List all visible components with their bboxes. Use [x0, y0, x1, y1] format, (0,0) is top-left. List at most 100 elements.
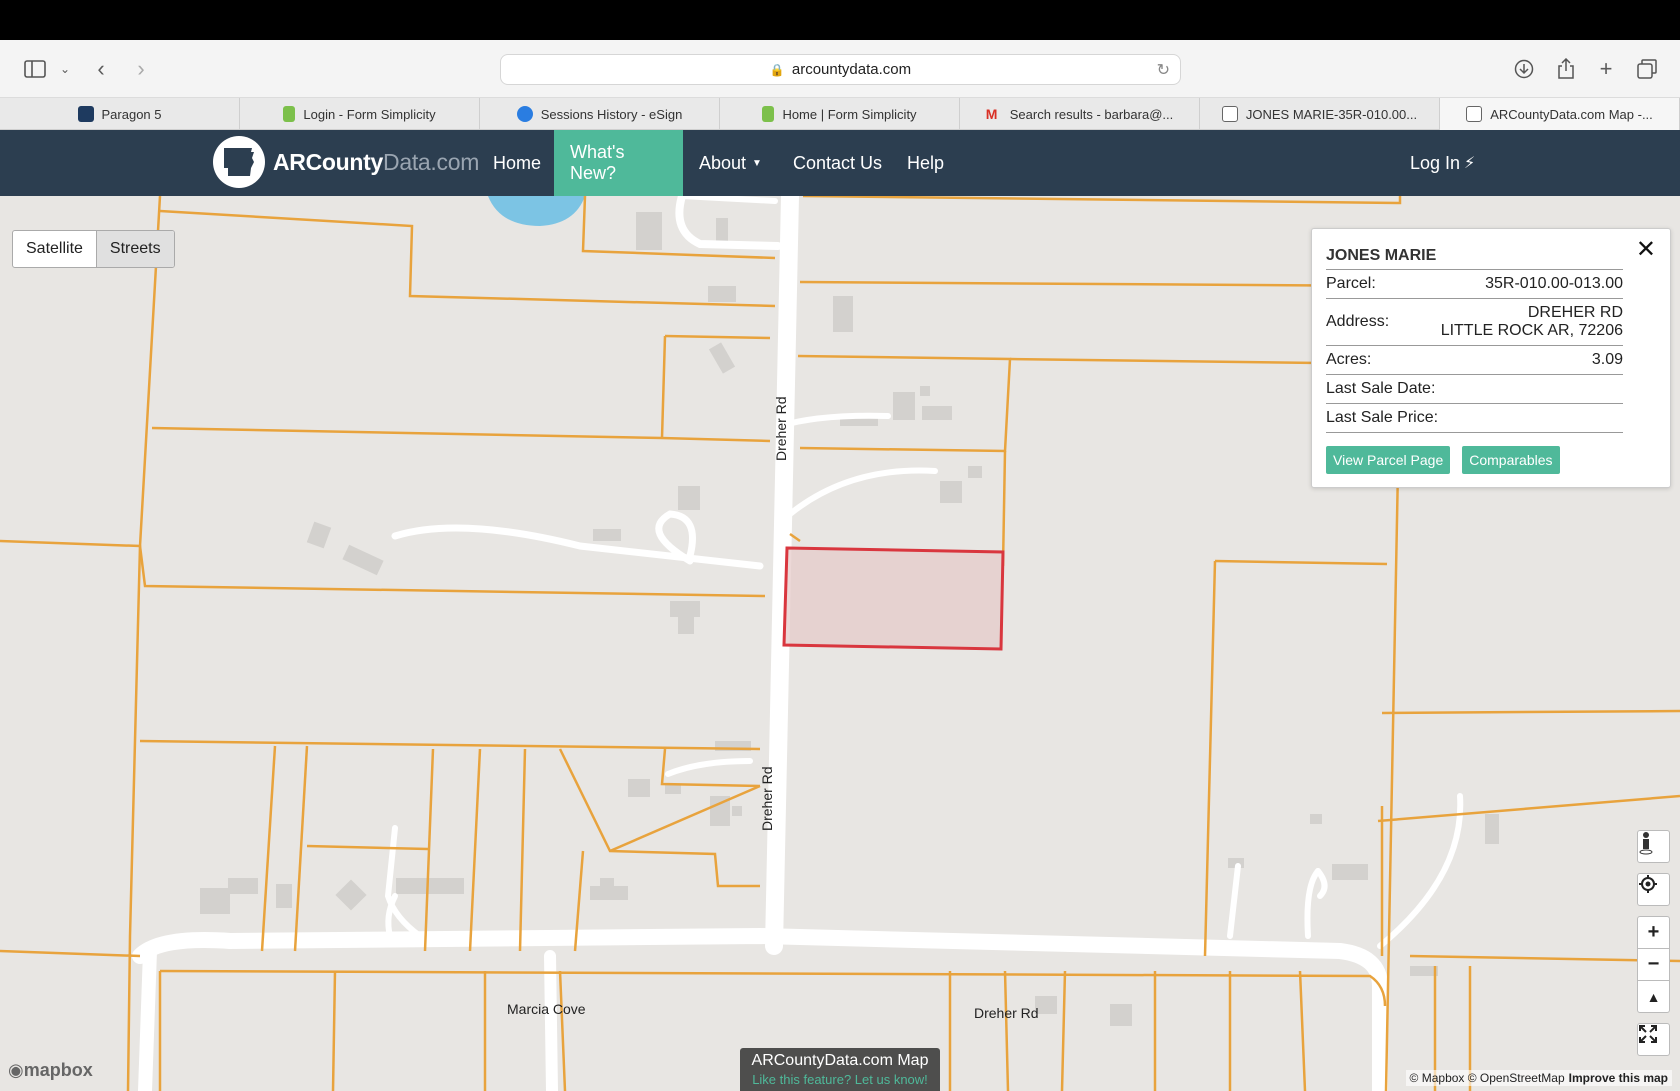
road-label-dreher-mid: Dreher Rd	[759, 766, 775, 831]
parcel-value: 35R-010.00-013.00	[1485, 275, 1623, 292]
promo-title: ARCountyData.com Map	[751, 1052, 929, 1069]
last-sale-price-row: Last Sale Price:	[1326, 404, 1623, 433]
address-label: Address:	[1326, 313, 1390, 330]
close-icon[interactable]: ✕	[1636, 235, 1656, 264]
acres-value: 3.09	[1591, 351, 1623, 368]
share-icon[interactable]	[1549, 52, 1583, 86]
road-label-dreher-bottom: Dreher Rd	[974, 1005, 1039, 1021]
lake-shape	[488, 196, 585, 226]
chevron-down-icon[interactable]: ⌄	[48, 52, 82, 86]
parcel-popup: ✕ JONES MARIE Parcel: 35R-010.00-013.00 …	[1311, 228, 1671, 488]
browser-toolbar: ⌄ ‹ › 🔒 arcountydata.com ↻ +	[0, 40, 1680, 98]
nav-help[interactable]: Help	[891, 130, 960, 196]
tab-home-form-simplicity[interactable]: Home | Form Simplicity	[720, 98, 960, 130]
nav-contact-label: Contact Us	[793, 152, 883, 173]
tab-label: Home | Form Simplicity	[782, 106, 917, 122]
nav-home-label: Home	[493, 152, 542, 173]
tab-label: Paragon 5	[101, 106, 162, 122]
nav-whats-new[interactable]: What's New?	[554, 130, 683, 196]
address-bar[interactable]: 🔒 arcountydata.com ↻	[500, 54, 1181, 85]
zoom-in-icon[interactable]: +	[1637, 916, 1670, 949]
site-logo[interactable]: ARCountyData.com	[273, 149, 479, 176]
acres-label: Acres:	[1326, 351, 1372, 368]
logo-dim-text: Data.com	[383, 149, 480, 175]
view-parcel-page-button[interactable]: View Parcel Page	[1326, 446, 1451, 474]
esign-icon	[516, 106, 533, 122]
tab-overview-icon[interactable]	[1630, 52, 1664, 86]
pegman-icon[interactable]	[1637, 830, 1670, 863]
fullscreen-icon[interactable]	[1637, 1023, 1670, 1056]
tab-bar: Paragon 5 Login - Form Simplicity Sessio…	[0, 98, 1680, 130]
tab-label: JONES MARIE-35R-010.00...	[1245, 106, 1418, 122]
map-style-toggle: Satellite Streets	[12, 230, 175, 268]
caret-down-icon: ▼	[752, 157, 762, 169]
logo-main-text: ARCounty	[273, 149, 384, 175]
feature-promo[interactable]: ARCountyData.com Map Like this feature? …	[740, 1048, 940, 1091]
tab-gmail-search[interactable]: M Search results - barbara@...	[960, 98, 1200, 130]
tab-arcountydata-map[interactable]: ARCountyData.com Map -...	[1440, 98, 1680, 130]
nav-login-label: Log In	[1410, 152, 1461, 173]
nav-help-label: Help	[907, 152, 945, 173]
lock-icon: 🔒	[769, 62, 785, 77]
nav-about[interactable]: About ▼	[683, 130, 778, 196]
map-attribution: © Mapbox © OpenStreetMap Improve this map	[1405, 1070, 1672, 1086]
paragon-icon	[77, 106, 94, 122]
last-sale-price-label: Last Sale Price:	[1326, 409, 1439, 426]
acres-row: Acres: 3.09	[1326, 346, 1623, 375]
parcel-map[interactable]: Dreher Rd Dreher Rd Marcia Cove Dreher R…	[0, 196, 1680, 1091]
nav-whats-new-label: What's New?	[570, 142, 625, 183]
locate-icon[interactable]	[1637, 873, 1670, 906]
back-icon[interactable]: ‹	[84, 52, 118, 86]
reload-icon[interactable]: ↻	[1157, 60, 1170, 80]
forward-icon[interactable]: ›	[124, 52, 158, 86]
download-icon[interactable]	[1507, 52, 1541, 86]
address-line2: LITTLE ROCK AR, 72206	[1440, 322, 1623, 339]
popup-actions: View Parcel Page Comparables	[1326, 446, 1656, 474]
nav-home[interactable]: Home	[477, 130, 557, 196]
nav-contact[interactable]: Contact Us	[777, 130, 898, 196]
last-sale-date-row: Last Sale Date:	[1326, 375, 1623, 404]
tab-label: Sessions History - eSign	[540, 106, 683, 122]
arkansas-logo-icon[interactable]	[213, 136, 265, 188]
sidebar-toggle-icon[interactable]	[18, 52, 52, 86]
new-tab-icon[interactable]: +	[1589, 52, 1623, 86]
nav-login[interactable]: Log In ⚡	[1394, 130, 1491, 196]
tab-jones-marie[interactable]: JONES MARIE-35R-010.00...	[1200, 98, 1440, 130]
selected-parcel[interactable]	[782, 546, 1005, 651]
mapbox-logo-text: mapbox	[23, 1060, 93, 1080]
owner-name: JONES MARIE	[1326, 239, 1623, 270]
tab-label: Search results - barbara@...	[1009, 106, 1174, 122]
comparables-button[interactable]: Comparables	[1462, 446, 1560, 474]
last-sale-date-label: Last Sale Date:	[1326, 380, 1436, 397]
road-label-dreher-top: Dreher Rd	[773, 396, 789, 461]
plug-icon: ⚡	[1464, 155, 1476, 172]
address-line1: DREHER RD	[1527, 304, 1623, 321]
tab-login-form-simplicity[interactable]: Login - Form Simplicity	[240, 98, 480, 130]
site-navbar: ARCountyData.com Home What's New? About ▼…	[0, 130, 1680, 196]
zoom-out-icon[interactable]: −	[1637, 948, 1670, 981]
tab-label: Login - Form Simplicity	[303, 106, 436, 122]
parcel-row: Parcel: 35R-010.00-013.00	[1326, 270, 1623, 299]
mapbox-logo[interactable]: ◉mapbox	[8, 1060, 93, 1081]
parcel-label: Parcel:	[1326, 275, 1376, 292]
screen-top-bar	[0, 0, 1680, 40]
improve-map-link[interactable]: Improve this map	[1569, 1071, 1668, 1085]
streets-button[interactable]: Streets	[95, 231, 174, 267]
map-icon	[1466, 106, 1483, 122]
address-value: DREHER RD LITTLE ROCK AR, 72206	[1441, 304, 1623, 340]
mapbox-icon: ◉	[8, 1060, 24, 1080]
tab-paragon[interactable]: Paragon 5	[0, 98, 240, 130]
compass-icon[interactable]: ▲	[1637, 980, 1670, 1013]
document-icon	[283, 106, 296, 122]
document-icon	[762, 106, 775, 122]
nav-about-label: About	[699, 152, 747, 173]
url-text: arcountydata.com	[791, 61, 912, 78]
attribution-text[interactable]: © Mapbox © OpenStreetMap	[1410, 1071, 1565, 1085]
address-row: Address: DREHER RD LITTLE ROCK AR, 72206	[1326, 299, 1623, 346]
tab-label: ARCountyData.com Map -...	[1490, 106, 1653, 122]
road-label-marcia-cove: Marcia Cove	[507, 1001, 586, 1017]
tab-sessions-history[interactable]: Sessions History - eSign	[480, 98, 720, 130]
gmail-icon: M	[985, 106, 998, 122]
promo-link[interactable]: Like this feature? Let us know!	[740, 1072, 940, 1087]
satellite-button[interactable]: Satellite	[13, 231, 96, 267]
